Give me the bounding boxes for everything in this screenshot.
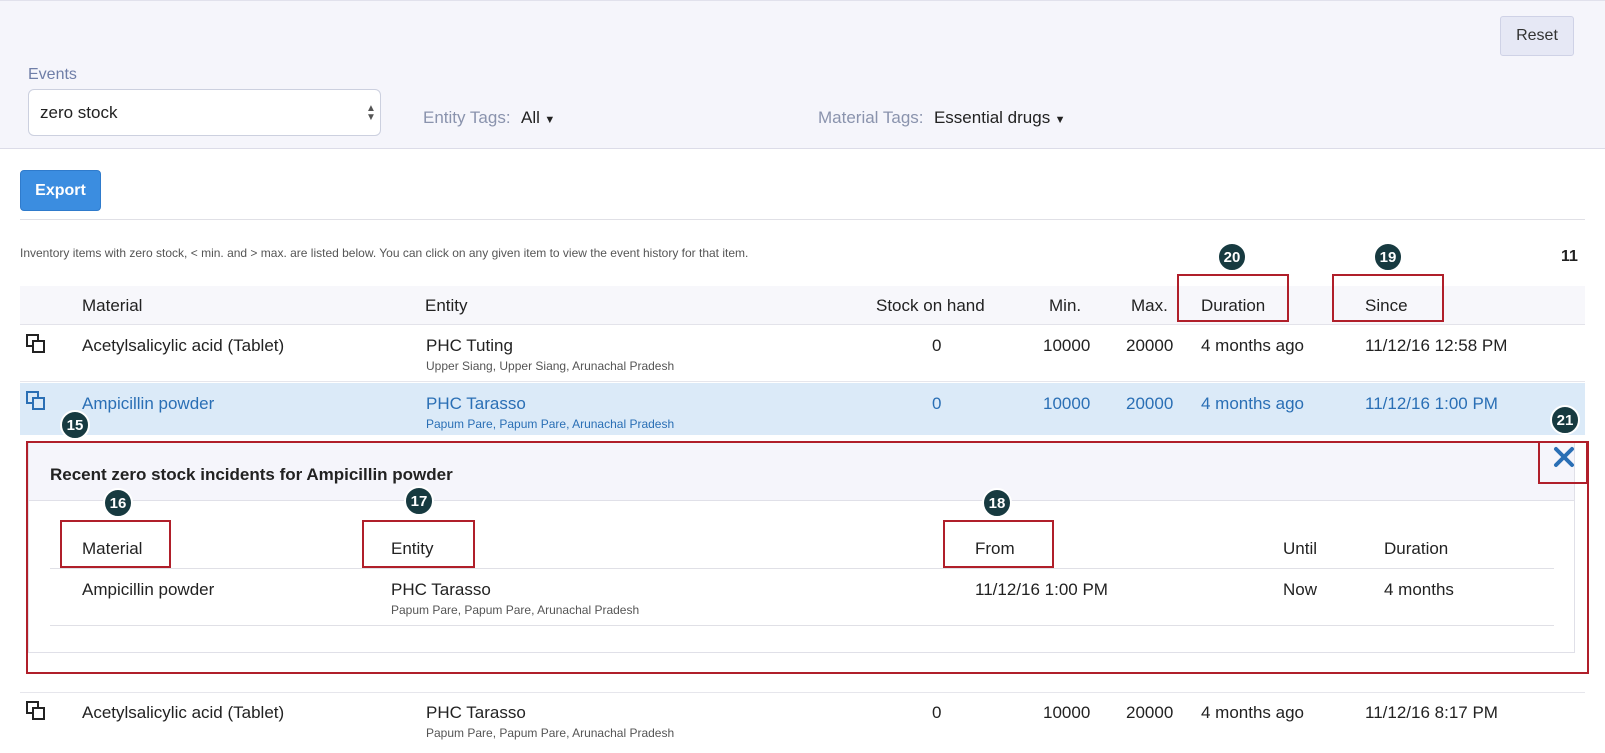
material-tags-value: Essential drugs bbox=[933, 108, 1051, 127]
export-button[interactable]: Export bbox=[20, 170, 101, 211]
row-duration: 4 months ago bbox=[1201, 336, 1305, 355]
list-info-text: Inventory items with zero stock, < min. … bbox=[20, 246, 749, 260]
events-select-value: zero stock bbox=[40, 102, 118, 122]
row-entity-location: Papum Pare, Papum Pare, Arunachal Prades… bbox=[426, 726, 675, 740]
callout-badge: 17 bbox=[404, 486, 434, 516]
events-select[interactable]: zero stock bbox=[28, 89, 381, 136]
row-entity[interactable]: PHC Tuting bbox=[426, 336, 513, 356]
row-material[interactable]: Acetylsalicylic acid (Tablet) bbox=[82, 703, 284, 723]
copy-icon[interactable] bbox=[26, 701, 46, 721]
row-since: 11/12/16 12:58 PM bbox=[1365, 336, 1508, 355]
select-arrows-icon: ▲ ▼ bbox=[366, 103, 376, 123]
table-row-selected[interactable] bbox=[20, 383, 1585, 435]
entity-tags-value: All bbox=[521, 108, 540, 127]
row-entity[interactable]: PHC Tarasso bbox=[426, 703, 526, 723]
row-entity-location: Papum Pare, Papum Pare, Arunachal Prades… bbox=[426, 417, 675, 431]
copy-icon[interactable] bbox=[26, 334, 46, 354]
row-min: 10000 bbox=[1043, 336, 1091, 355]
row-since: 11/12/16 8:17 PM bbox=[1365, 703, 1498, 722]
entity-tags-filter[interactable]: Entity Tags: All ▼ bbox=[423, 108, 555, 128]
copy-icon[interactable] bbox=[26, 391, 46, 411]
row-duration: 4 months ago bbox=[1201, 394, 1305, 413]
row-max: 20000 bbox=[1126, 703, 1174, 722]
annotation-box-duration bbox=[1177, 274, 1289, 322]
annotation-box-since bbox=[1332, 274, 1444, 322]
caret-down-icon: ▼ bbox=[1054, 114, 1066, 126]
row-min: 10000 bbox=[1043, 394, 1091, 413]
row-entity[interactable]: PHC Tarasso bbox=[426, 394, 526, 414]
events-label: Events bbox=[28, 66, 77, 83]
callout-badge: 18 bbox=[982, 488, 1012, 518]
row-stock: 0 bbox=[932, 703, 942, 722]
row-max: 20000 bbox=[1126, 394, 1174, 413]
entity-tags-label: Entity Tags: bbox=[423, 108, 511, 127]
caret-down-icon: ▼ bbox=[544, 114, 556, 126]
result-count: 11 bbox=[1561, 248, 1578, 265]
column-header-material[interactable]: Material bbox=[82, 296, 142, 316]
column-header-stock-on-hand[interactable]: Stock on hand bbox=[876, 296, 985, 316]
row-stock: 0 bbox=[932, 336, 942, 355]
column-header-max[interactable]: Max. bbox=[1131, 296, 1168, 316]
material-tags-filter[interactable]: Material Tags: Essential drugs ▼ bbox=[818, 108, 1066, 128]
annotation-box-from bbox=[943, 520, 1054, 568]
row-duration: 4 months ago bbox=[1201, 703, 1305, 722]
row-min: 10000 bbox=[1043, 703, 1091, 722]
annotation-box-close bbox=[1538, 441, 1588, 484]
divider bbox=[20, 219, 1585, 220]
callout-badge: 15 bbox=[60, 410, 90, 440]
column-header-min[interactable]: Min. bbox=[1049, 296, 1081, 316]
column-header-entity[interactable]: Entity bbox=[425, 296, 468, 316]
row-max: 20000 bbox=[1126, 336, 1174, 355]
reset-button[interactable]: Reset bbox=[1500, 16, 1574, 56]
row-material[interactable]: Acetylsalicylic acid (Tablet) bbox=[82, 336, 284, 356]
annotation-box-entity bbox=[362, 520, 475, 568]
callout-badge: 21 bbox=[1550, 405, 1580, 435]
row-since: 11/12/16 1:00 PM bbox=[1365, 394, 1498, 413]
callout-badge: 19 bbox=[1373, 242, 1403, 272]
row-entity-location: Upper Siang, Upper Siang, Arunachal Prad… bbox=[426, 359, 675, 373]
material-tags-label: Material Tags: bbox=[818, 108, 924, 127]
annotation-box-detail-panel bbox=[26, 441, 1589, 674]
row-stock: 0 bbox=[932, 394, 942, 413]
row-material[interactable]: Ampicillin powder bbox=[82, 394, 214, 414]
annotation-box-material bbox=[60, 520, 171, 568]
callout-badge: 20 bbox=[1217, 242, 1247, 272]
callout-badge: 16 bbox=[103, 488, 133, 518]
